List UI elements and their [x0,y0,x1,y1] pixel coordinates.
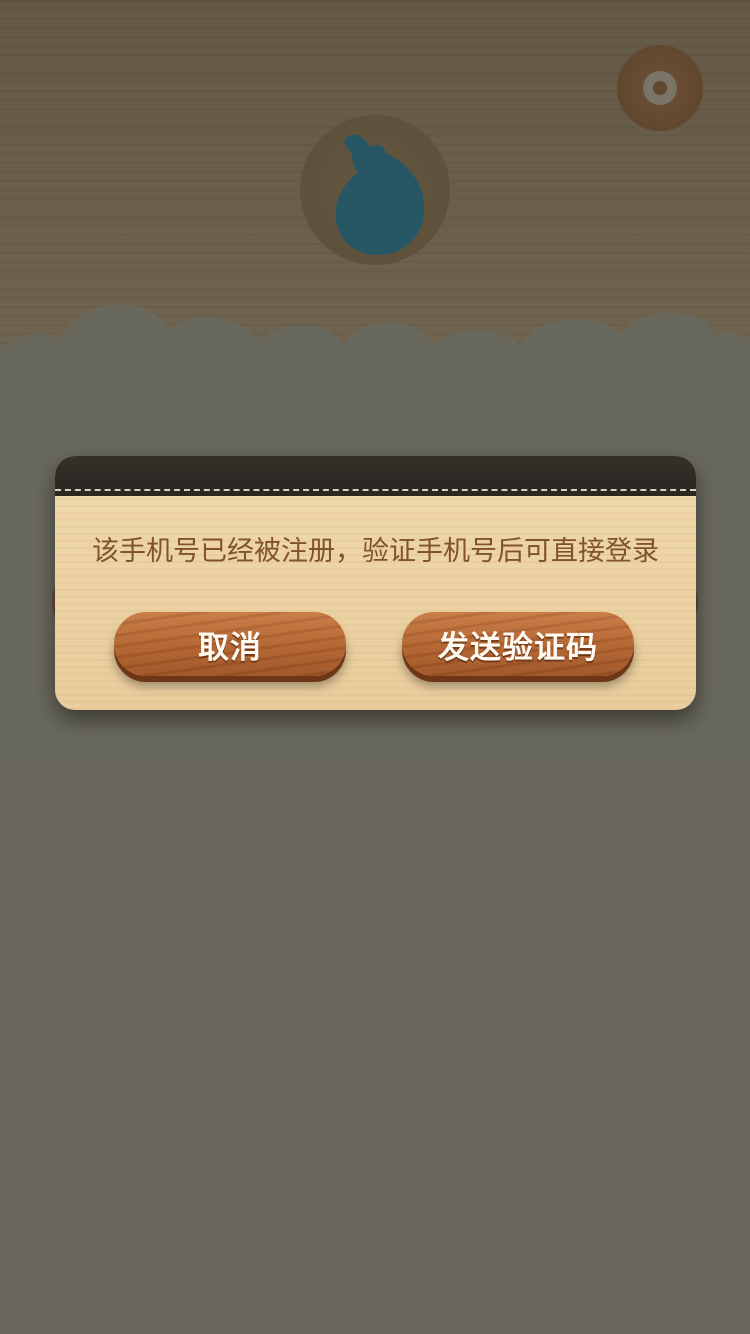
dialog-message: 该手机号已经被注册，验证手机号后可直接登录 [92,536,659,567]
screen: 该手机号已经被注册，验证手机号后可直接登录 取消 发送验证码 [0,0,750,1334]
send-code-button-label: 发送验证码 [438,629,598,666]
cancel-button-label: 取消 [198,629,262,666]
stitch-divider [55,489,696,491]
send-code-button[interactable]: 发送验证码 [402,612,634,676]
registered-phone-dialog: 该手机号已经被注册，验证手机号后可直接登录 取消 发送验证码 [55,456,696,710]
dialog-header-bar [55,456,696,496]
cancel-button[interactable]: 取消 [114,612,346,676]
